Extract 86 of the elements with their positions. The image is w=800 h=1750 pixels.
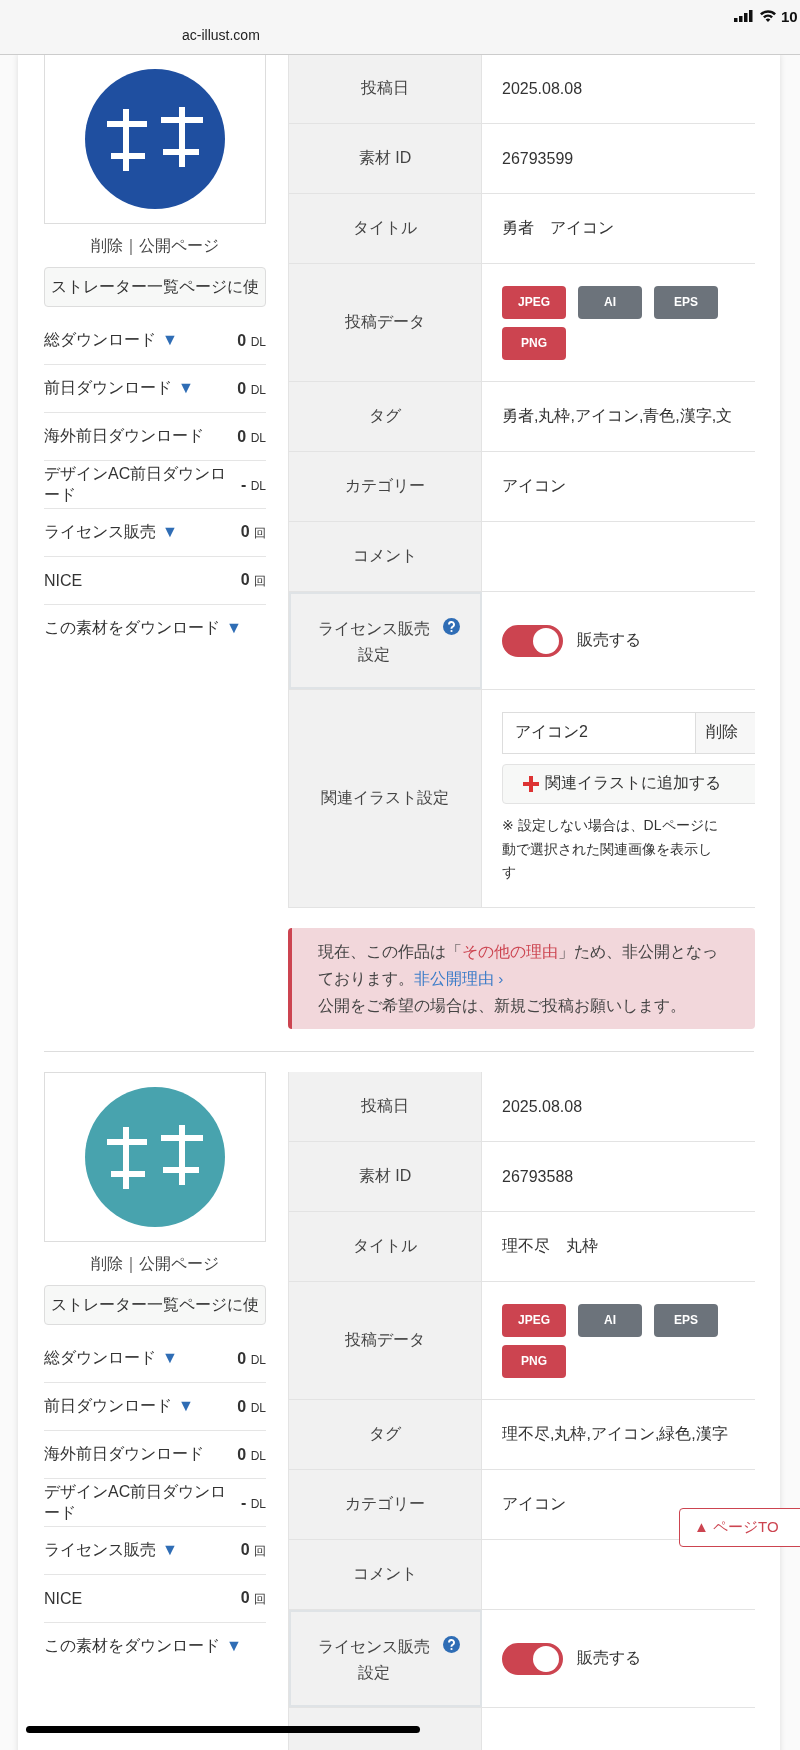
page-top-button[interactable]: ▲ ページTO [679,1508,800,1547]
field-label: 投稿データ [345,312,425,332]
stat-value: 0 DL [237,1445,266,1464]
stat-label: NICE [44,571,83,590]
field-value: アイコン [502,476,566,496]
field-label: 投稿データ [345,1330,425,1351]
stat-label: NICE [44,1589,83,1608]
field-label: コメント [353,1564,417,1585]
url-text[interactable]: ac-illust.com [182,27,260,43]
note-text: ※ 設定しない場合は、DLページに 動で選択された関連画像を表示し す [502,815,718,883]
field-value: 26793588 [502,1167,574,1186]
help-icon[interactable] [443,618,460,635]
help-icon[interactable] [443,1636,460,1654]
field-label: カテゴリー [345,1494,425,1515]
field-value: 2025.08.08 [502,1097,583,1116]
field-label: タグ [369,1424,401,1445]
stat-label[interactable]: ライセンス販売 ▼ [44,522,178,543]
illustrator-list-button[interactable]: ストレーター一覧ページに使 [44,267,266,307]
field-label: 関連イラスト設定 [321,788,449,808]
format-badge: JPEG [502,1303,566,1337]
field-label: コメント [353,546,417,566]
format-badge: PNG [502,1344,566,1378]
format-badge: JPEG [502,285,566,319]
toggle-label: 販売する [577,1648,641,1669]
field-label: 素材 ID [358,148,412,168]
stat-value: 0 DL [237,379,266,398]
delete-link[interactable]: 削除 [91,236,123,257]
field-value: 勇者 アイコン [502,218,614,238]
stat-label[interactable]: 総ダウンロード ▼ [44,1348,178,1370]
format-badge: EPS [654,1303,718,1337]
field-label: タグ [369,406,401,426]
delete-button[interactable]: 削除 [696,711,755,754]
field-label: 投稿日 [361,78,409,98]
stat-label: 海外前日ダウンロード [44,426,204,446]
stat-label: デザインAC前日ダウンロード [44,463,228,505]
clock-text: 10 [781,8,798,25]
illustrator-list-button[interactable]: ストレーター一覧ページに使 [44,1285,266,1326]
add-related-button[interactable]: 関連イラストに追加する [502,763,755,804]
field-value: 理不尽 丸枠 [502,1236,598,1257]
stat-label: デザインAC前日ダウンロード [44,1481,228,1523]
separator-text: ｜ [123,236,139,257]
stat-value: 0 DL [237,331,266,350]
toggle-switch[interactable] [502,624,563,657]
field-label: 投稿日 [361,1096,409,1117]
stat-value: 0 DL [237,427,266,446]
field-label: カテゴリー [345,476,425,496]
public-page-link[interactable]: 公開ページ [139,1254,219,1276]
field-label: ライセンス販売設定 [317,619,431,665]
format-badge: AI [578,1303,642,1337]
field-value: 26793599 [502,149,574,168]
stat-label[interactable]: 前日ダウンロード ▼ [44,1396,194,1418]
plus-icon [523,775,539,792]
signal-icon [734,10,754,22]
stat-label[interactable]: この素材をダウンロード ▼ [44,618,242,639]
toggle-label: 販売する [577,630,641,650]
delete-link[interactable]: 削除 [91,1254,123,1276]
alert-text: 現在、この作品は「その他の理由」ため、非公開となっております。非公開理由 › 公開をご希望の場合は、新規ご投稿お願いします。 [318,942,719,1017]
field-value: 理不尽,丸枠,アイコン,緑色,漢字 [502,1424,728,1445]
field-label: ライセンス販売設定 [317,1637,431,1683]
field-label: 素材 ID [358,1166,412,1187]
toggle-switch[interactable] [502,1642,563,1675]
stat-value: 0 回 [240,1589,266,1609]
field-label: タイトル [353,1236,417,1257]
field-value: アイコン [502,1494,566,1515]
field-value: 2025.08.08 [502,79,583,98]
public-page-link[interactable]: 公開ページ [139,236,219,257]
stat-value: 0 回 [240,571,266,590]
format-badge: AI [578,285,642,319]
stat-label: 海外前日ダウンロード [44,1444,204,1465]
field-value: 勇者,丸枠,アイコン,青色,漢字,文 [502,406,733,426]
stat-value: - DL [240,1493,266,1512]
wifi-icon [759,9,777,22]
stat-value: 0 DL [237,1349,266,1368]
stat-label[interactable]: ライセンス販売 ▼ [44,1540,178,1562]
stat-value: 0 回 [240,523,266,542]
stat-label[interactable]: 総ダウンロード ▼ [44,330,178,351]
stat-value: 0 回 [240,1541,266,1561]
field-label: タイトル [353,218,417,238]
format-badge: PNG [502,326,566,360]
stat-value: - DL [240,475,266,494]
stat-label[interactable]: 前日ダウンロード ▼ [44,378,194,399]
stat-value: 0 DL [237,1397,266,1416]
separator-text: ｜ [123,1254,139,1275]
format-badge: EPS [654,285,718,319]
stat-label[interactable]: この素材をダウンロード ▼ [44,1636,242,1658]
related-input[interactable]: アイコン2 [502,711,696,754]
